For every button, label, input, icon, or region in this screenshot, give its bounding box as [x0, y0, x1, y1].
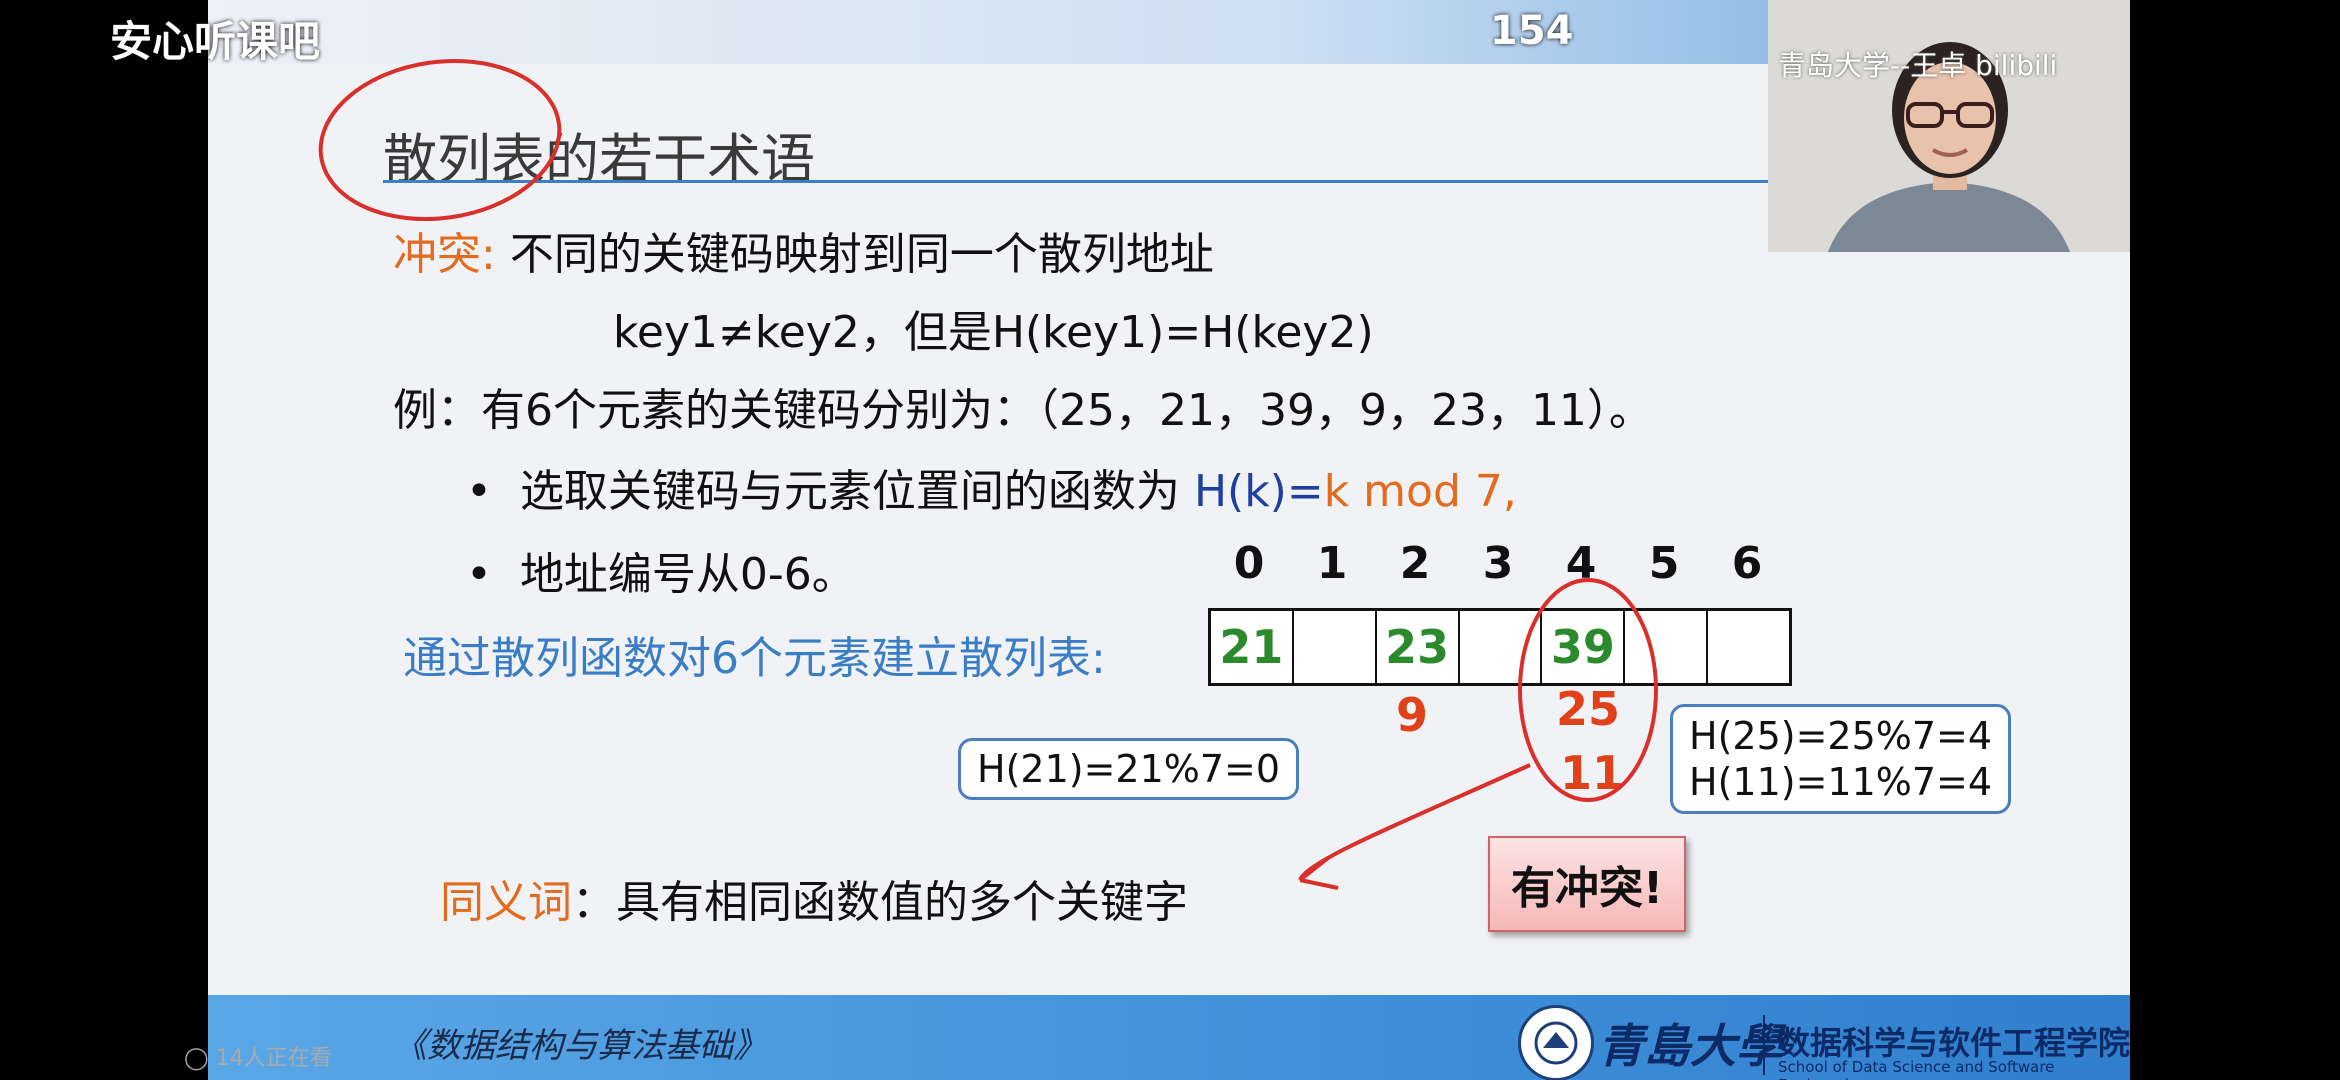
- footer-divider: [1763, 1015, 1765, 1075]
- synonym-term: 同义词: [440, 877, 572, 928]
- callout-h25-h11: H(25)=25%7=4 H(11)=11%7=4: [1670, 704, 2012, 814]
- callout-h21-text: H(21)=21%7=0: [977, 747, 1281, 791]
- synonym-definition: ：具有相同函数值的多个关键字: [572, 877, 1188, 928]
- viewer-count: ◯ 14人正在看: [184, 1040, 332, 1072]
- webcam-label: 青岛大学--王卓 bilibili: [1778, 49, 2058, 82]
- synonym-line: 同义词：具有相同函数值的多个关键字: [440, 866, 1188, 930]
- slide-page-number: 154: [1490, 8, 1574, 54]
- callout-h11-text: H(11)=11%7=4: [1689, 760, 1993, 804]
- school-name-en: School of Data Science and Software Engi…: [1778, 1058, 2055, 1080]
- callout-h21: H(21)=21%7=0: [958, 738, 1300, 800]
- title-circle-annotation: [318, 58, 562, 222]
- app-title: 安心听课吧: [110, 17, 321, 66]
- conflict-badge: 有冲突!: [1488, 836, 1686, 932]
- webcam-overlay: 青岛大学--王卓 bilibili: [1768, 0, 2130, 252]
- presenter-video: [1768, 0, 2130, 252]
- university-logo-icon: [1518, 1005, 1594, 1080]
- collision-circle-annotation: [1518, 578, 1658, 802]
- university-name: 青島大學: [1598, 1019, 1782, 1073]
- callout-h25-text: H(25)=25%7=4: [1689, 714, 1993, 758]
- user-icon: ◯: [184, 1046, 209, 1071]
- viewer-count-text: 14人正在看: [215, 1046, 332, 1071]
- footer-book-title: 《数据结构与算法基础》: [393, 1026, 767, 1066]
